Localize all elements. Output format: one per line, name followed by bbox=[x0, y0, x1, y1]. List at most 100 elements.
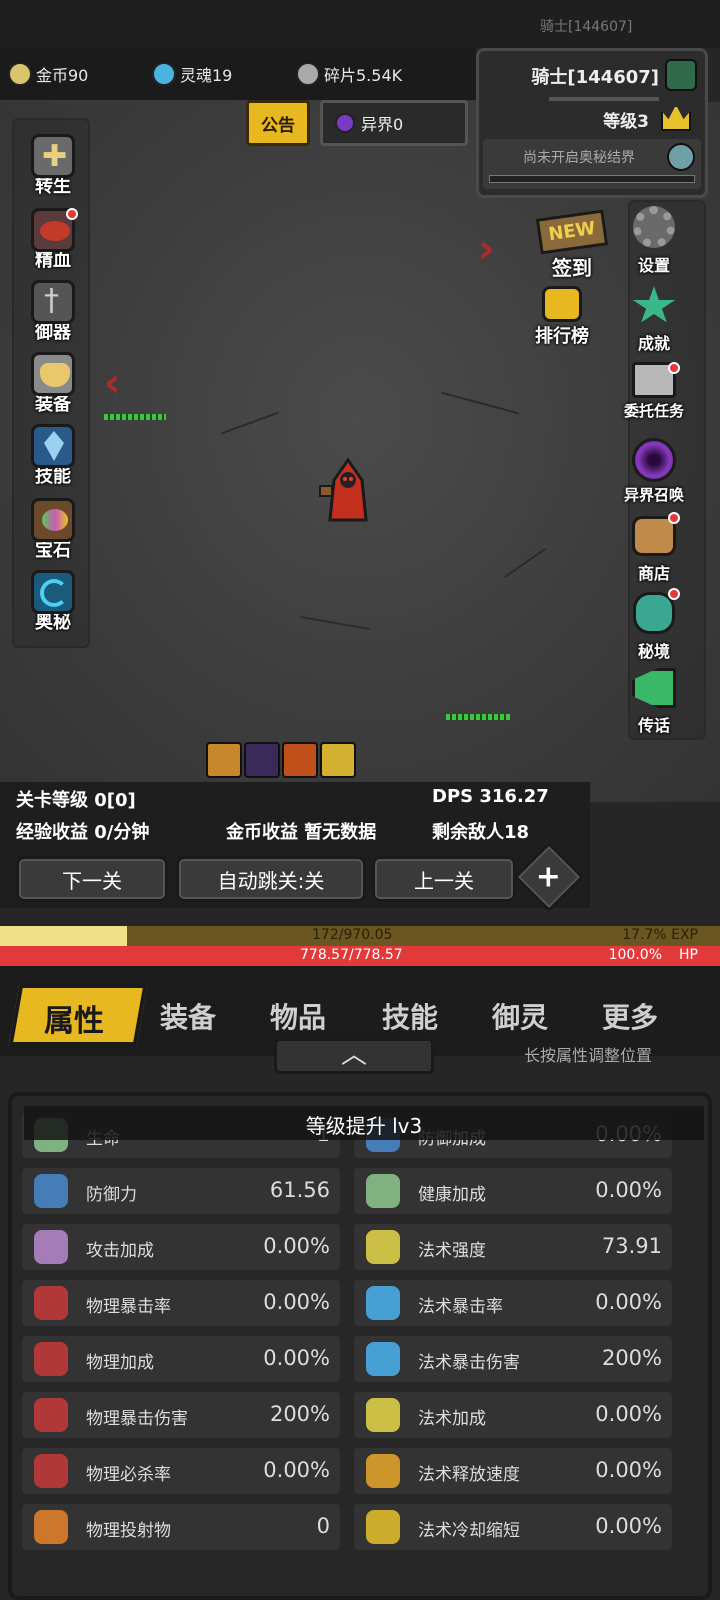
new-badge-icon: NEW bbox=[535, 209, 609, 255]
otherworld-label: 异界0 bbox=[361, 115, 404, 134]
soul-label: 灵魂19 bbox=[180, 66, 233, 85]
menu-essence[interactable]: 精血 bbox=[14, 206, 92, 278]
otherworld-counter[interactable]: 异界0 bbox=[320, 100, 468, 146]
stat-row[interactable]: 物理暴击率 0.00% bbox=[22, 1280, 340, 1326]
level-up-toast: 等级提升 lv3 bbox=[24, 1106, 704, 1140]
menu-achievements[interactable]: 成就 bbox=[612, 286, 696, 354]
crystal-icon bbox=[31, 424, 75, 468]
menu-artifact[interactable]: † 御器 bbox=[14, 278, 92, 350]
exp-income: 经验收益 0/分钟 bbox=[16, 822, 150, 843]
stat-value: 0.00% bbox=[595, 1290, 662, 1314]
stat-name: 健康加成 bbox=[418, 1185, 486, 1205]
menu-gems[interactable]: 宝石 bbox=[14, 496, 92, 568]
menu-equipment[interactable]: 装备 bbox=[14, 350, 92, 422]
stat-row[interactable]: 物理投射物 0 bbox=[22, 1504, 340, 1550]
class-emblem-icon bbox=[665, 59, 697, 91]
menu-label: 成就 bbox=[637, 334, 670, 353]
stat-row[interactable]: 法术加成 0.00% bbox=[354, 1392, 672, 1438]
stat-name: 物理投射物 bbox=[86, 1521, 171, 1541]
notification-dot bbox=[668, 362, 680, 374]
gold-label: 金币90 bbox=[36, 66, 89, 85]
stat-row[interactable]: 防御力 61.56 bbox=[22, 1168, 340, 1214]
stat-value: 200% bbox=[601, 1346, 662, 1370]
notification-dot bbox=[668, 588, 680, 600]
stat-row[interactable]: 物理暴击伤害 200% bbox=[22, 1392, 340, 1438]
menu-label: 异界召唤 bbox=[623, 486, 684, 504]
menu-arcane[interactable]: 奥秘 bbox=[14, 568, 92, 640]
stat-name: 法术暴击率 bbox=[418, 1297, 503, 1317]
menu-secret[interactable]: 秘境 bbox=[612, 588, 696, 662]
cooldown-icon bbox=[366, 1510, 400, 1544]
stat-row[interactable]: 法术释放速度 0.00% bbox=[354, 1448, 672, 1494]
armor-icon bbox=[31, 352, 75, 396]
stage-level: 关卡等级 0[0] bbox=[16, 790, 136, 811]
slash-icon bbox=[34, 1342, 68, 1376]
stat-row[interactable]: 物理加成 0.00% bbox=[22, 1336, 340, 1382]
hp-value: 778.57/778.57 bbox=[300, 947, 403, 963]
portal-icon bbox=[667, 143, 695, 171]
left-menu: ✚ 转生 精血 † 御器 装备 技能 宝石 奥秘 bbox=[12, 118, 90, 648]
fragment-counter: 碎片5.54K bbox=[296, 62, 402, 86]
tab-more[interactable]: 更多 bbox=[602, 996, 658, 1036]
notification-dot bbox=[66, 208, 78, 220]
menu-ranking[interactable]: 排行榜 bbox=[522, 286, 602, 348]
stat-row[interactable]: 攻击加成 0.00% bbox=[22, 1224, 340, 1270]
menu-teleport[interactable]: 传话 bbox=[612, 668, 696, 736]
hp-percent: 100.0% bbox=[608, 947, 662, 963]
character-panel[interactable]: 骑士[144607] 等级3 尚未开启奥秘结界 bbox=[476, 48, 708, 198]
flame-icon bbox=[366, 1286, 400, 1320]
scroll-left-arrow-icon[interactable]: ‹ bbox=[104, 360, 120, 406]
collapse-button[interactable]: ︿ bbox=[274, 1038, 434, 1074]
stat-value: 73.91 bbox=[601, 1234, 662, 1258]
menu-settings[interactable]: 设置 bbox=[612, 206, 696, 276]
stat-value: 0.00% bbox=[263, 1458, 330, 1482]
claw-icon bbox=[34, 1398, 68, 1432]
tab-items[interactable]: 物品 bbox=[270, 996, 326, 1036]
stat-row[interactable]: 物理必杀率 0.00% bbox=[22, 1448, 340, 1494]
floor-crack bbox=[221, 411, 279, 435]
tab-spirits[interactable]: 御灵 bbox=[492, 996, 548, 1036]
stat-row[interactable]: 法术强度 73.91 bbox=[354, 1224, 672, 1270]
menu-checkin[interactable]: NEW 签到 bbox=[530, 209, 614, 281]
hp-bar: 778.57/778.57 100.0% HP bbox=[0, 946, 720, 966]
menu-shop[interactable]: 商店 bbox=[612, 512, 696, 584]
notice-button[interactable]: 公告 bbox=[246, 100, 310, 146]
chevron-up-icon: ︿ bbox=[340, 1040, 367, 1070]
lightning-icon bbox=[366, 1230, 400, 1264]
stat-value: 200% bbox=[269, 1402, 330, 1426]
stat-name: 物理加成 bbox=[86, 1353, 154, 1373]
buff-bar bbox=[206, 742, 356, 778]
vortex-icon bbox=[632, 438, 676, 482]
stat-value: 0 bbox=[316, 1514, 330, 1538]
buff-shadow-icon bbox=[244, 742, 280, 778]
buff-tornado-icon bbox=[320, 742, 356, 778]
flame-icon bbox=[366, 1342, 400, 1376]
menu-rebirth[interactable]: ✚ 转生 bbox=[14, 132, 92, 204]
secret-realm-box[interactable]: 尚未开启奥秘结界 bbox=[483, 139, 701, 189]
scroll-right-arrow-icon[interactable]: › bbox=[478, 226, 494, 272]
menu-skills[interactable]: 技能 bbox=[14, 422, 92, 494]
stat-name: 法术冷却缩短 bbox=[418, 1521, 520, 1541]
exp-bar-fill bbox=[0, 926, 128, 946]
vortex-icon bbox=[335, 113, 355, 133]
next-stage-button[interactable]: 下一关 bbox=[16, 856, 168, 902]
tab-attributes[interactable]: 属性 bbox=[44, 996, 104, 1040]
menu-label: 秘境 bbox=[637, 642, 670, 661]
menu-summon[interactable]: 异界召唤 bbox=[612, 438, 696, 505]
soul-counter: 灵魂19 bbox=[152, 62, 232, 86]
auto-skip-button[interactable]: 自动跳关:关 bbox=[176, 856, 366, 902]
stat-row[interactable]: 法术冷却缩短 0.00% bbox=[354, 1504, 672, 1550]
trophy-icon bbox=[542, 286, 582, 322]
secret-realm-progress bbox=[489, 175, 695, 183]
fireball-icon bbox=[34, 1510, 68, 1544]
menu-commission[interactable]: 委托任务 bbox=[612, 362, 696, 421]
prev-stage-button[interactable]: 上一关 bbox=[372, 856, 516, 902]
stat-row[interactable]: 健康加成 0.00% bbox=[354, 1168, 672, 1214]
stat-row[interactable]: 法术暴击率 0.00% bbox=[354, 1280, 672, 1326]
tab-skills[interactable]: 技能 bbox=[382, 996, 438, 1036]
enemy-hp-bar bbox=[104, 414, 166, 420]
player-id-label: 骑士[144607] bbox=[540, 19, 633, 35]
stat-row[interactable]: 法术暴击伤害 200% bbox=[354, 1336, 672, 1382]
menu-label: 传话 bbox=[637, 716, 670, 735]
tab-equipment[interactable]: 装备 bbox=[160, 996, 216, 1036]
